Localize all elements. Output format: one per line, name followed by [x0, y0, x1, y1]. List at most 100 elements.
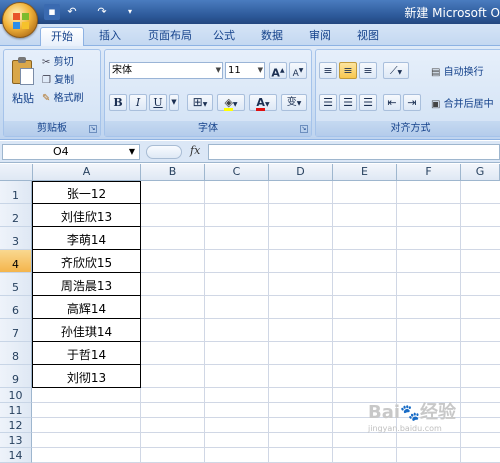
row-header-9[interactable]: 9	[0, 365, 32, 388]
cell-a2[interactable]: 刘佳欣13	[33, 204, 140, 227]
font-size-dropdown[interactable]: 11 ▼	[225, 62, 265, 79]
bold-button[interactable]: B	[109, 94, 127, 111]
cut-label: 剪切	[53, 57, 74, 68]
row-header-2[interactable]: 2	[0, 204, 32, 227]
clipboard-group-label: 剪贴板	[4, 121, 100, 136]
row-header-6[interactable]: 6	[0, 296, 32, 319]
cell-a7[interactable]: 孙佳琪14	[33, 319, 140, 342]
decrease-indent-button[interactable]: ⇤	[383, 94, 401, 111]
underline-dropdown-icon[interactable]: ▼	[169, 94, 179, 111]
merge-icon: ▣	[431, 99, 441, 110]
align-top-button[interactable]: ≡	[319, 62, 337, 79]
font-color-label: A	[256, 96, 265, 111]
cell-a6[interactable]: 高辉14	[33, 296, 140, 319]
cell-a4[interactable]: 齐欣欣15	[33, 250, 140, 273]
row-header-3[interactable]: 3	[0, 227, 32, 250]
column-gridline	[268, 181, 269, 463]
row-header-10[interactable]: 10	[0, 388, 32, 403]
select-all-corner[interactable]	[0, 164, 33, 181]
row-header-7[interactable]: 7	[0, 319, 32, 342]
brush-icon: ✎	[42, 93, 51, 104]
font-group: 宋体 ▼ 11 ▼ A▲ A▼ B I U ▼ ⊞▼ ◈▼ A▼ 变▼ 字体 ↘	[104, 49, 312, 137]
tab-insert[interactable]: 插入	[92, 27, 128, 46]
cell-a3[interactable]: 李萌14	[33, 227, 140, 250]
formula-input[interactable]	[208, 144, 500, 160]
cell-a1[interactable]: 张一12	[33, 181, 140, 204]
merge-center-label: 合并后居中	[443, 99, 494, 110]
clipboard-group: 粘贴 ✂ 剪切 ❐ 复制 ✎ 格式刷 剪贴板 ↘	[3, 49, 101, 137]
increase-indent-button[interactable]: ⇥	[403, 94, 421, 111]
align-right-button[interactable]: ☰	[359, 94, 377, 111]
align-bottom-button[interactable]: ≡	[359, 62, 377, 79]
align-top-icon: ≡	[323, 64, 333, 77]
row-header-12[interactable]: 12	[0, 418, 32, 433]
underline-button[interactable]: U	[149, 94, 167, 111]
tab-formulas[interactable]: 公式	[206, 27, 242, 46]
clipboard-launcher-icon[interactable]: ↘	[89, 125, 97, 133]
orientation-button[interactable]: ⟋▼	[383, 62, 409, 79]
cell-a8[interactable]: 于哲14	[33, 342, 140, 365]
column-header-f[interactable]: F	[397, 164, 461, 181]
column-header-b[interactable]: B	[141, 164, 205, 181]
align-center-button[interactable]: ☰	[339, 94, 357, 111]
column-header-d[interactable]: D	[269, 164, 333, 181]
copy-label: 复制	[54, 75, 75, 86]
column-header-e[interactable]: E	[333, 164, 397, 181]
paste-icon[interactable]	[10, 56, 36, 86]
tab-page-layout[interactable]: 页面布局	[140, 27, 200, 46]
merge-center-button[interactable]: ▣ 合并后居中	[431, 98, 494, 112]
row-header-4[interactable]: 4	[0, 250, 32, 273]
font-launcher-icon[interactable]: ↘	[300, 125, 308, 133]
italic-button[interactable]: I	[129, 94, 147, 111]
chevron-down-icon: ▼	[215, 66, 221, 74]
tab-review[interactable]: 审阅	[302, 27, 338, 46]
orientation-icon: ⟋	[389, 64, 398, 77]
tab-data[interactable]: 数据	[254, 27, 290, 46]
row-header-11[interactable]: 11	[0, 403, 32, 418]
borders-button[interactable]: ⊞▼	[187, 94, 213, 111]
paint-bucket-icon: ◈	[224, 96, 233, 111]
phonetic-button[interactable]: 变▼	[281, 94, 307, 111]
name-box-value: O4	[53, 145, 69, 158]
baidu-watermark-logo: Bai🐾经验 jingyan.baidu.com	[368, 402, 456, 433]
font-group-label: 字体	[105, 121, 311, 136]
shrink-font-button[interactable]: A▼	[289, 62, 307, 79]
format-painter-button[interactable]: ✎ 格式刷	[42, 92, 84, 106]
wrap-text-button[interactable]: ▤ 自动换行	[431, 66, 484, 80]
name-box[interactable]: O4 ▼	[2, 144, 140, 160]
formula-bar-splitter[interactable]	[146, 145, 182, 159]
row-header-5[interactable]: 5	[0, 273, 32, 296]
grow-font-label: A	[271, 66, 280, 80]
grow-font-button[interactable]: A▲	[269, 62, 287, 80]
row-header-8[interactable]: 8	[0, 342, 32, 365]
column-header-c[interactable]: C	[205, 164, 269, 181]
formula-bar: O4 ▼ fx	[0, 141, 500, 163]
redo-icon[interactable]: ↷	[94, 4, 110, 20]
paste-button[interactable]: 粘贴	[12, 92, 34, 106]
column-header-a[interactable]: A	[33, 164, 141, 181]
row-header-13[interactable]: 13	[0, 433, 32, 448]
cell-a9[interactable]: 刘彻13	[33, 365, 140, 388]
wrap-text-icon: ▤	[431, 67, 441, 78]
align-middle-button[interactable]: ≡	[339, 62, 357, 79]
tab-home[interactable]: 开始	[40, 27, 84, 46]
copy-button[interactable]: ❐ 复制	[42, 74, 74, 88]
row-header-1[interactable]: 1	[0, 181, 32, 204]
fill-color-button[interactable]: ◈▼	[217, 94, 245, 111]
scissors-icon: ✂	[42, 57, 51, 68]
insert-function-icon[interactable]: fx	[190, 144, 200, 157]
save-icon[interactable]: ▪	[44, 4, 60, 20]
cell-a5[interactable]: 周浩晨13	[33, 273, 140, 296]
font-size-value: 11	[228, 65, 241, 76]
cut-button[interactable]: ✂ 剪切	[42, 56, 74, 70]
font-name-dropdown[interactable]: 宋体 ▼	[109, 62, 223, 79]
office-button[interactable]	[2, 2, 38, 38]
undo-icon[interactable]: ↶	[64, 4, 80, 20]
tab-view[interactable]: 视图	[350, 27, 386, 46]
column-header-g[interactable]: G	[461, 164, 500, 181]
align-left-button[interactable]: ☰	[319, 94, 337, 111]
ribbon: 粘贴 ✂ 剪切 ❐ 复制 ✎ 格式刷 剪贴板 ↘ 宋体 ▼ 11 ▼ A▲ A▼ B…	[0, 46, 500, 140]
customize-qat-icon[interactable]: ▾	[122, 4, 138, 20]
font-color-button[interactable]: A▼	[249, 94, 277, 111]
row-header-14[interactable]: 14	[0, 448, 32, 463]
